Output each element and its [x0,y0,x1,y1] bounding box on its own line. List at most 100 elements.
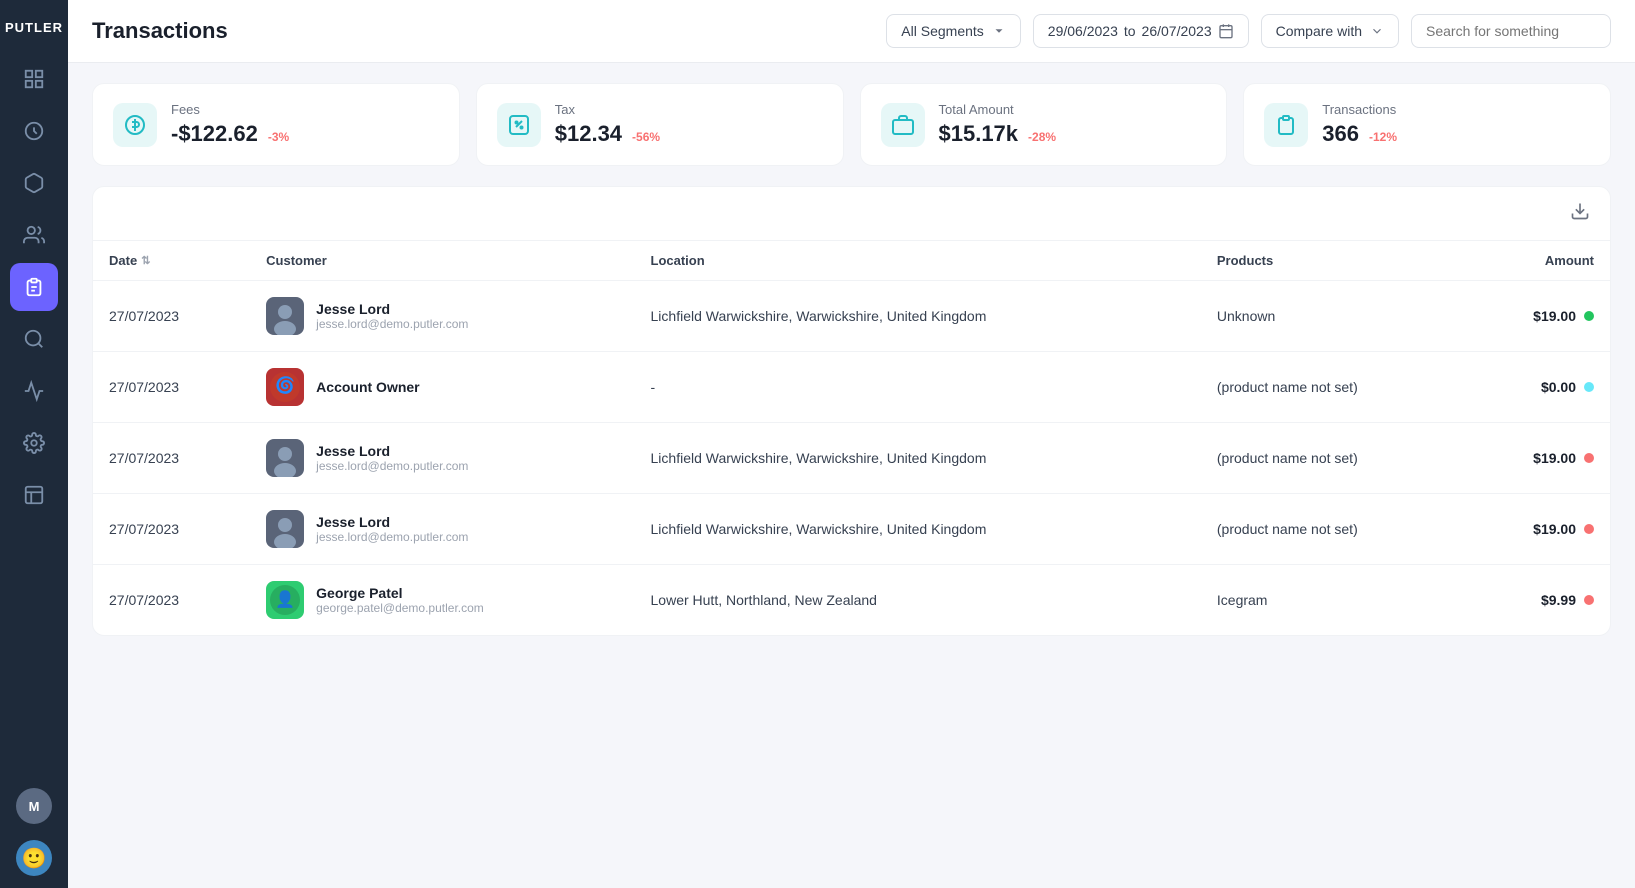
cell-amount: $0.00 [1467,352,1610,423]
user-face-avatar[interactable]: 🙂 [16,840,52,876]
table-row[interactable]: 27/07/2023Jesse Lordjesse.lord@demo.putl… [93,494,1610,565]
customer-name: Account Owner [316,379,419,395]
page-header: Transactions All Segments 29/06/2023 to … [68,0,1635,63]
date-to-label: to [1124,23,1136,39]
customer-avatar: 🌀 [266,368,304,406]
table-toolbar [93,187,1610,241]
cell-amount: $9.99 [1467,565,1610,636]
cell-date: 27/07/2023 [93,423,250,494]
customer-email: jesse.lord@demo.putler.com [316,459,468,473]
cell-amount: $19.00 [1467,423,1610,494]
total-value: $15.17k [939,121,1019,147]
content-area: Fees -$122.62 -3% Tax $12.34 -56% [68,63,1635,888]
app-logo: PUTLER [5,12,63,51]
segment-dropdown[interactable]: All Segments [886,14,1020,48]
cell-product: (product name not set) [1201,423,1467,494]
segment-label: All Segments [901,23,983,39]
total-change: -28% [1028,130,1056,144]
svg-text:🌀: 🌀 [275,376,295,395]
table-row[interactable]: 27/07/2023👤George Patelgeorge.patel@demo… [93,565,1610,636]
total-label: Total Amount [939,102,1057,117]
sidebar: PUTLER M 🙂 [0,0,68,888]
customer-name: Jesse Lord [316,514,468,530]
cell-location: Lower Hutt, Northland, New Zealand [635,565,1201,636]
cell-customer: 🌀 Account Owner [250,352,634,423]
tax-change: -56% [632,130,660,144]
status-dot [1584,595,1594,605]
amount-value: $19.00 [1533,521,1576,537]
fees-change: -3% [268,130,289,144]
fees-info: Fees -$122.62 -3% [171,102,289,147]
transactions-change: -12% [1369,130,1397,144]
customer-email: george.patel@demo.putler.com [316,601,484,615]
cell-amount: $19.00 [1467,281,1610,352]
sidebar-item-settings[interactable] [10,419,58,467]
cell-location: - [635,352,1201,423]
cell-product: (product name not set) [1201,352,1467,423]
cell-date: 27/07/2023 [93,352,250,423]
total-icon [881,103,925,147]
col-header-customer: Customer [250,241,634,281]
table-body: 27/07/2023Jesse Lordjesse.lord@demo.putl… [93,281,1610,636]
transactions-value: 366 [1322,121,1359,147]
cell-location: Lichfield Warwickshire, Warwickshire, Un… [635,494,1201,565]
cell-date: 27/07/2023 [93,494,250,565]
col-header-location: Location [635,241,1201,281]
table-head: Date ⇅ Customer Location Products Amount [93,241,1610,281]
cell-customer: 👤George Patelgeorge.patel@demo.putler.co… [250,565,634,636]
tax-value: $12.34 [555,121,622,147]
tax-value-row: $12.34 -56% [555,121,660,147]
sidebar-item-subscriptions[interactable] [10,315,58,363]
main-content: Transactions All Segments 29/06/2023 to … [68,0,1635,888]
transactions-label: Transactions [1322,102,1397,117]
table-row[interactable]: 27/07/2023 🌀 Account Owner -(product name n… [93,352,1610,423]
customer-avatar [266,510,304,548]
download-button[interactable] [1566,197,1594,230]
cell-customer: Jesse Lordjesse.lord@demo.putler.com [250,494,634,565]
table-header-row: Date ⇅ Customer Location Products Amount [93,241,1610,281]
sidebar-item-goals[interactable] [10,367,58,415]
user-avatar[interactable]: M [16,788,52,824]
table-row[interactable]: 27/07/2023Jesse Lordjesse.lord@demo.putl… [93,281,1610,352]
compare-dropdown[interactable]: Compare with [1261,14,1399,48]
stat-card-transactions: Transactions 366 -12% [1243,83,1611,166]
customer-name: George Patel [316,585,484,601]
cell-product: Unknown [1201,281,1467,352]
fees-value-row: -$122.62 -3% [171,121,289,147]
stat-card-fees: Fees -$122.62 -3% [92,83,460,166]
col-header-date[interactable]: Date ⇅ [93,241,250,281]
customer-email: jesse.lord@demo.putler.com [316,530,468,544]
sidebar-item-transactions[interactable] [10,263,58,311]
sidebar-item-dashboard[interactable] [10,55,58,103]
cell-customer: Jesse Lordjesse.lord@demo.putler.com [250,423,634,494]
date-range-picker[interactable]: 29/06/2023 to 26/07/2023 [1033,14,1249,48]
amount-value: $19.00 [1533,450,1576,466]
customer-name: Jesse Lord [316,301,468,317]
sidebar-item-reports[interactable] [10,471,58,519]
search-input[interactable] [1411,14,1611,48]
transactions-table: Date ⇅ Customer Location Products Amount… [93,241,1610,635]
fees-label: Fees [171,102,289,117]
cell-product: Icegram [1201,565,1467,636]
sidebar-item-metrics[interactable] [10,107,58,155]
transactions-value-row: 366 -12% [1322,121,1397,147]
sidebar-item-box[interactable] [10,159,58,207]
cell-product: (product name not set) [1201,494,1467,565]
col-header-amount: Amount [1467,241,1610,281]
table-row[interactable]: 27/07/2023Jesse Lordjesse.lord@demo.putl… [93,423,1610,494]
status-dot [1584,311,1594,321]
customer-avatar [266,297,304,335]
total-value-row: $15.17k -28% [939,121,1057,147]
customer-name: Jesse Lord [316,443,468,459]
stats-row: Fees -$122.62 -3% Tax $12.34 -56% [92,83,1611,166]
sort-icon-date: ⇅ [141,254,150,267]
date-from: 29/06/2023 [1048,23,1118,39]
cell-customer: Jesse Lordjesse.lord@demo.putler.com [250,281,634,352]
status-dot [1584,524,1594,534]
compare-label: Compare with [1276,23,1362,39]
stat-card-tax: Tax $12.34 -56% [476,83,844,166]
cell-date: 27/07/2023 [93,565,250,636]
amount-value: $0.00 [1541,379,1576,395]
sidebar-item-customers[interactable] [10,211,58,259]
status-dot [1584,453,1594,463]
